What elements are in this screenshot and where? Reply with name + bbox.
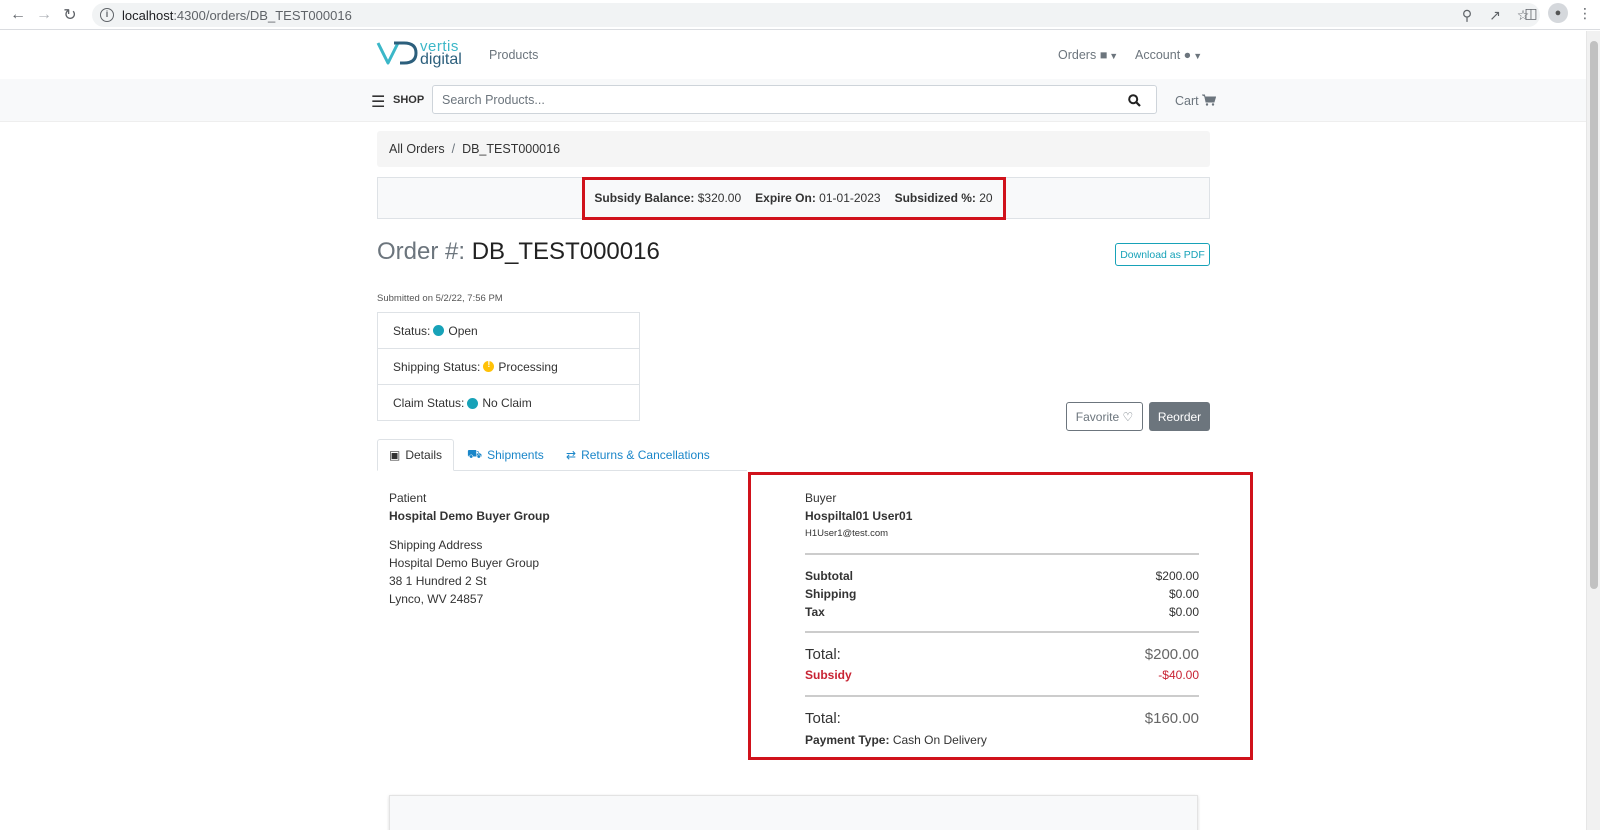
order-tabs: ▣ Details ⛟ Shipments ⇄ Returns & Cancel… (377, 439, 777, 471)
tab-details[interactable]: ▣ Details (377, 439, 455, 471)
caret-down-icon: ▼ (1193, 51, 1203, 61)
exchange-arrows-icon: ⇄ (566, 448, 577, 462)
browser-toolbar: ← → ↻ i localhost:4300/orders/DB_TEST000… (0, 0, 1600, 30)
patient-name: Hospital Demo Buyer Group (389, 509, 550, 523)
nav-account-menu[interactable]: Account ● ▼ (1135, 48, 1202, 62)
breadcrumb-current: DB_TEST000016 (462, 142, 561, 156)
shipping-status-row: Shipping Status: Processing (378, 349, 639, 385)
forward-icon[interactable]: → (31, 2, 57, 28)
address-bar[interactable]: i localhost:4300/orders/DB_TEST000016 ⚲ … (92, 3, 1540, 27)
truck-icon: ⛟ (467, 447, 483, 461)
status-row: Status: Open (378, 313, 639, 349)
side-panel-icon[interactable]: ◫ (1522, 5, 1540, 22)
shipping-address-label: Shipping Address (389, 538, 483, 552)
submitted-date: Submitted on 5/2/22, 7:56 PM (377, 293, 503, 304)
status-list: Status: Open Shipping Status: Processing… (377, 312, 640, 421)
tab-shipments-label: Shipments (487, 448, 544, 462)
nav-orders-menu[interactable]: Orders ■ ▼ (1058, 48, 1118, 62)
status-label: Status: (393, 323, 431, 338)
heart-icon: ♡ (1122, 409, 1134, 424)
search-input[interactable] (432, 85, 1157, 114)
tab-shipments[interactable]: ⛟ Shipments (456, 439, 555, 471)
vertis-logo[interactable]: vertis digital (376, 39, 462, 68)
reload-icon[interactable]: ↻ (57, 2, 83, 28)
claim-status-row: Claim Status: No Claim (378, 385, 639, 421)
claim-dot-icon (467, 397, 479, 409)
shipping-status-value: Processing (498, 359, 558, 374)
account-label: Account (1135, 48, 1181, 62)
page-scrollbar[interactable] (1586, 31, 1600, 830)
tab-returns[interactable]: ⇄ Returns & Cancellations (555, 439, 721, 471)
highlight-box-subsidy (582, 177, 1006, 220)
scrollbar-thumb[interactable] (1590, 41, 1598, 589)
vertis-logo-icon (376, 41, 418, 65)
tab-details-label: Details (405, 448, 443, 462)
user-circle-icon: ● (1183, 48, 1192, 62)
search-icon (1127, 93, 1141, 107)
hamburger-menu-icon[interactable]: ☰ (371, 92, 385, 112)
shop-bar: ☰ SHOP Cart (0, 79, 1586, 122)
top-navbar: vertis digital Products Orders ■ ▼ Accoun… (0, 31, 1586, 79)
page-title: Order #: DB_TEST000016 (377, 238, 660, 266)
address-line: Hospital Demo Buyer Group (389, 556, 540, 570)
shop-menu-label[interactable]: SHOP (393, 94, 424, 106)
search-button[interactable] (1124, 90, 1144, 110)
share-icon[interactable]: ↗ (1486, 7, 1504, 24)
favorite-button[interactable]: Favorite ♡ (1066, 402, 1143, 431)
patient-info: Patient Hospital Demo Buyer Group Shippi… (389, 489, 550, 608)
address-line: 38 1 Hundred 2 St (389, 574, 487, 588)
highlight-box-totals (748, 472, 1253, 760)
order-title-label: Order #: (377, 238, 466, 265)
logo-text-digital: digital (420, 51, 462, 68)
url-text[interactable]: localhost:4300/orders/DB_TEST000016 (122, 8, 352, 23)
menu-kebab-icon[interactable]: ⋮ (1576, 5, 1594, 22)
claim-status-label: Claim Status: (393, 396, 465, 410)
shipping-status-label: Shipping Status: (393, 359, 481, 374)
breadcrumb: All Orders / DB_TEST000016 (377, 131, 1210, 167)
order-number: DB_TEST000016 (471, 238, 660, 265)
page-content: vertis digital Products Orders ■ ▼ Accoun… (0, 31, 1586, 830)
address-line: Lynco, WV 24857 (389, 592, 484, 606)
zoom-icon[interactable]: ⚲ (1458, 7, 1476, 24)
profile-avatar-icon[interactable]: ● (1548, 3, 1568, 23)
status-dot-icon (433, 325, 445, 336)
cart-label: Cart (1175, 94, 1199, 108)
caret-down-icon: ▼ (1109, 51, 1119, 61)
tab-returns-label: Returns & Cancellations (581, 448, 710, 462)
reorder-button[interactable]: Reorder (1149, 402, 1210, 431)
breadcrumb-all-orders[interactable]: All Orders (389, 142, 445, 156)
back-icon[interactable]: ← (5, 2, 31, 28)
cube-icon: ▣ (389, 448, 401, 462)
download-pdf-button[interactable]: Download as PDF (1115, 243, 1210, 266)
site-info-icon[interactable]: i (100, 8, 114, 22)
nav-products-link[interactable]: Products (489, 48, 538, 62)
warning-dot-icon (483, 359, 495, 372)
breadcrumb-separator: / (451, 142, 456, 156)
favorite-label: Favorite (1075, 409, 1120, 424)
cart-link[interactable]: Cart (1175, 94, 1217, 108)
orders-label: Orders (1058, 48, 1097, 62)
claim-status-value: No Claim (482, 396, 532, 410)
patient-label: Patient (389, 491, 427, 505)
boxes-icon: ■ (1099, 48, 1108, 62)
status-value: Open (448, 323, 478, 338)
line-items-card (389, 795, 1198, 830)
cart-icon (1202, 94, 1217, 106)
